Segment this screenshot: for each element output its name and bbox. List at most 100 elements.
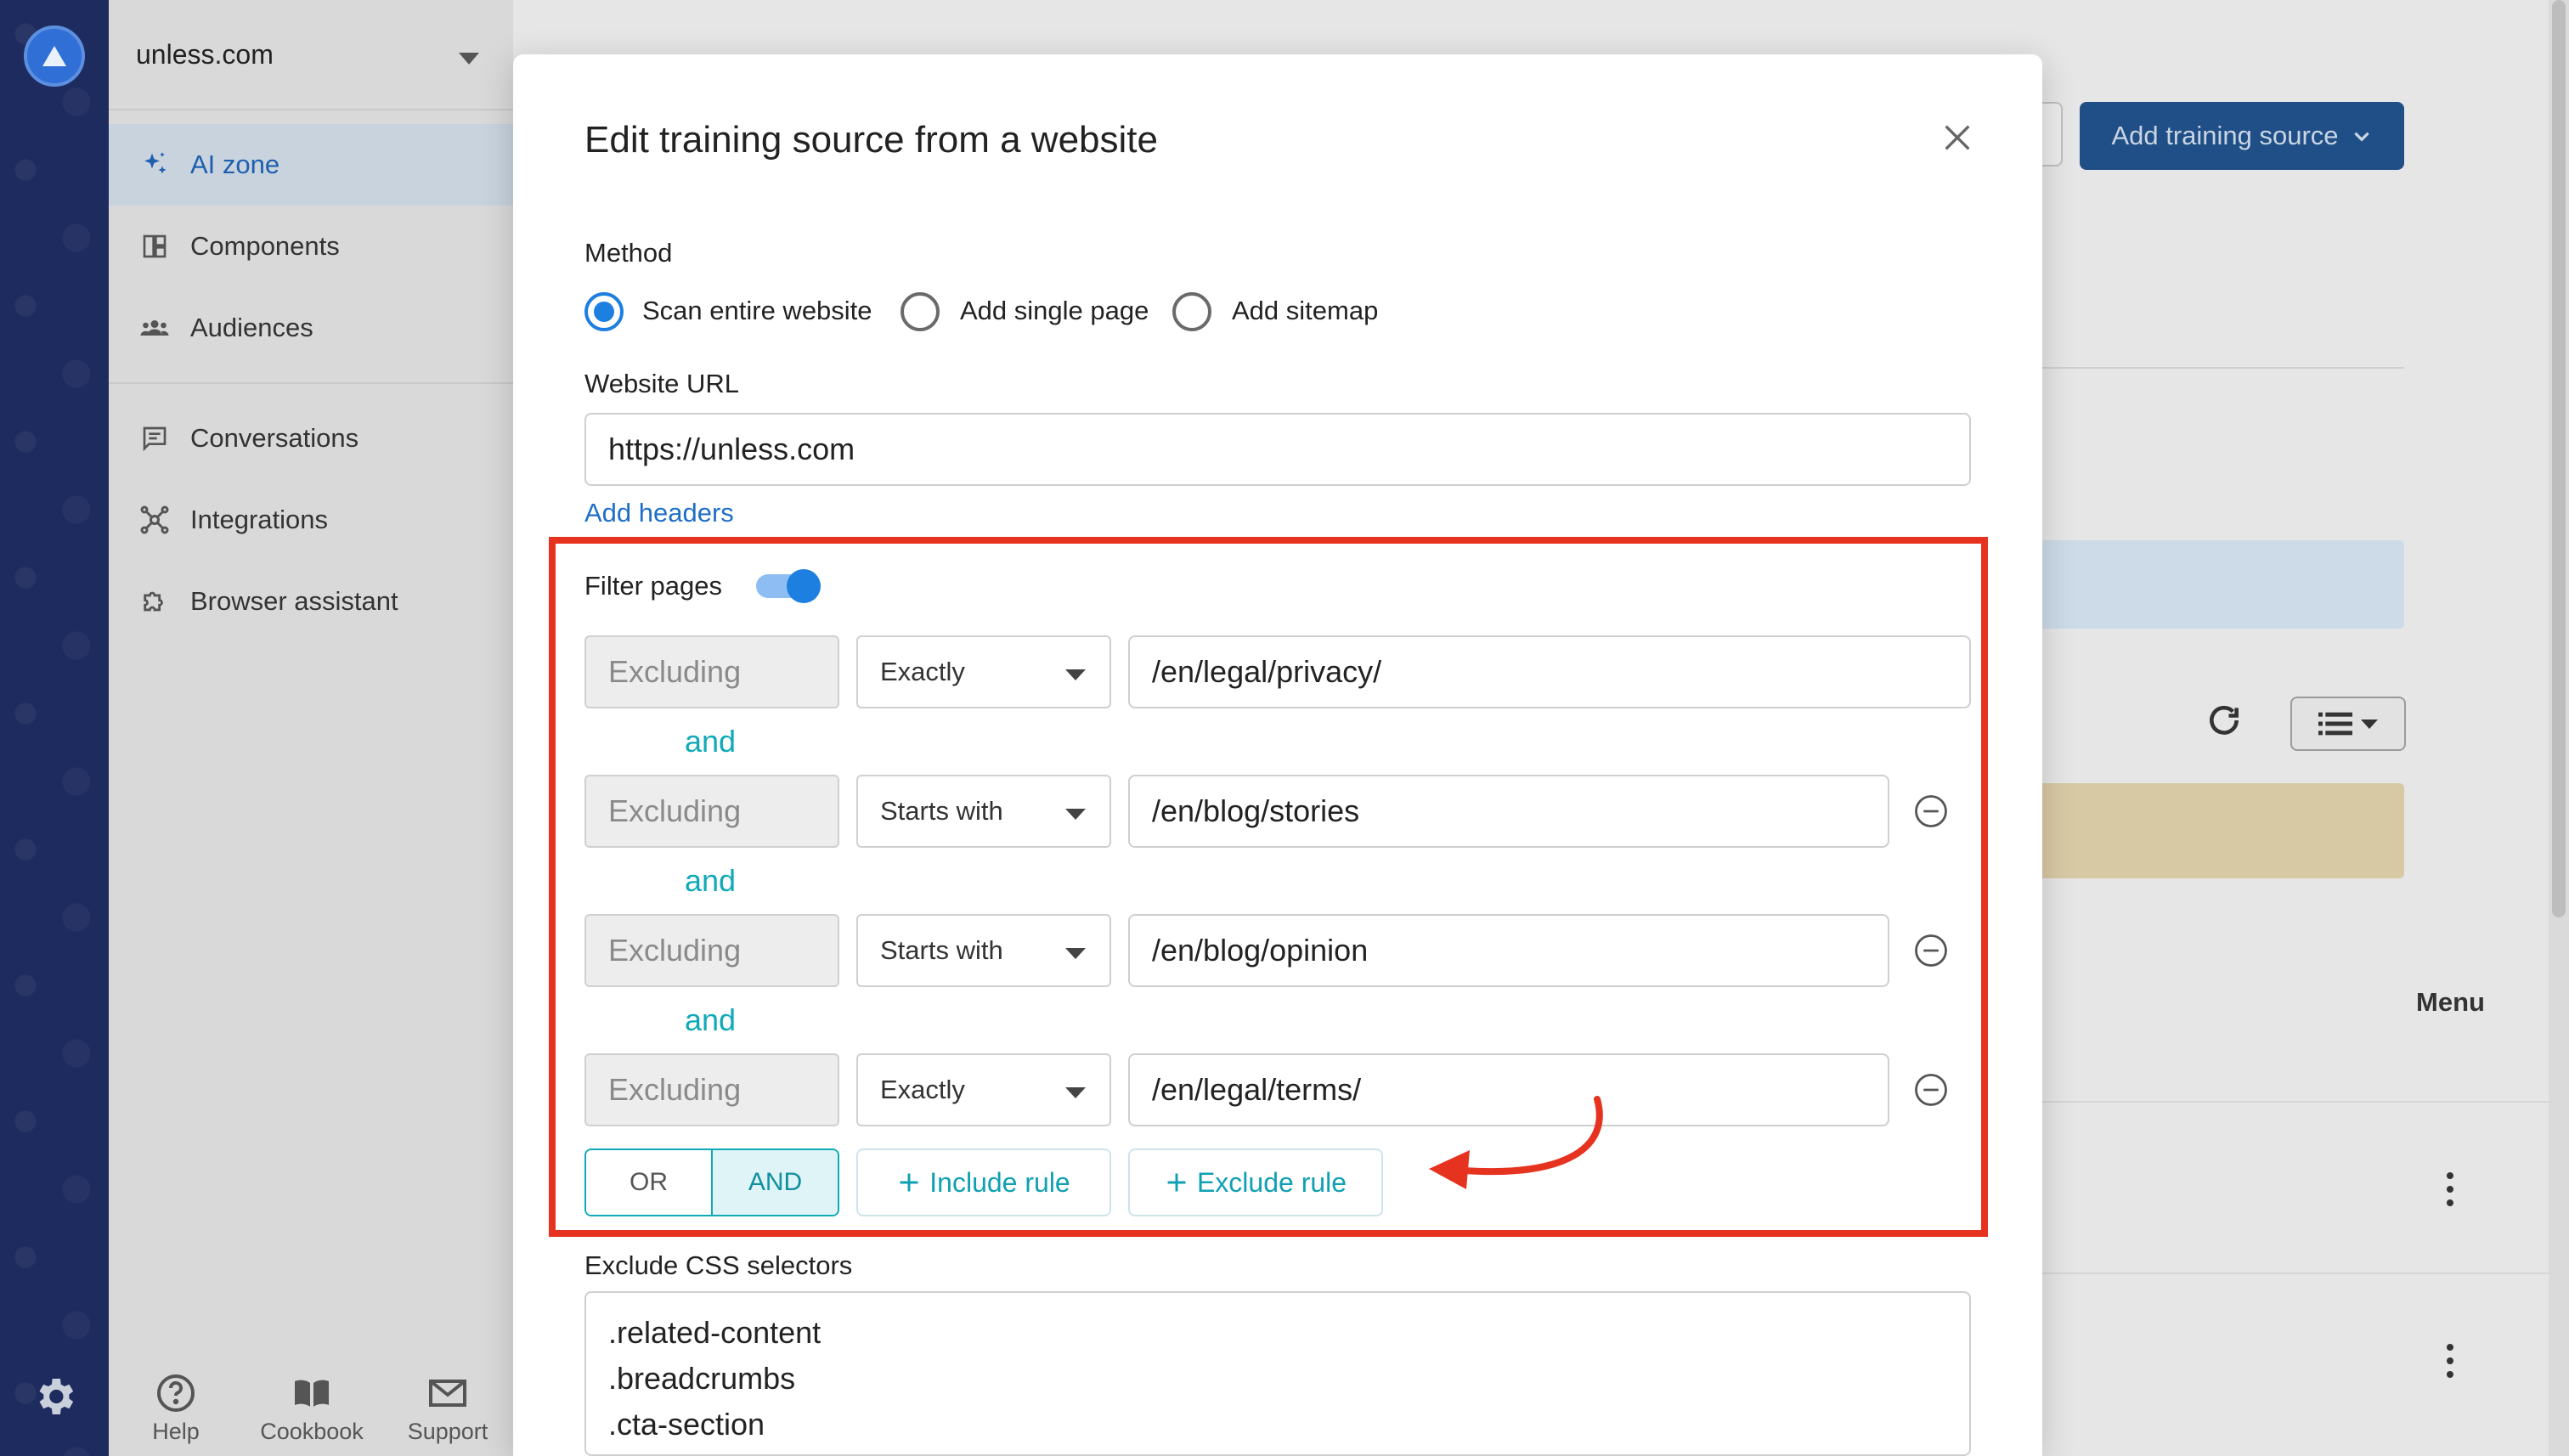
rule-match-select[interactable]: Exactly (856, 635, 1111, 708)
sidebar-item-components[interactable]: Components (109, 206, 513, 287)
exclude-css-selectors-label: Exclude CSS selectors (584, 1250, 853, 1280)
list-icon (2318, 711, 2352, 736)
rule-match-select[interactable]: Starts with (856, 775, 1111, 848)
help-label: Help (152, 1419, 200, 1444)
background-warning-bar (2037, 783, 2404, 878)
rule-match-label: Starts with (880, 935, 1003, 965)
rule-value-input[interactable]: /en/legal/privacy/ (1128, 635, 1971, 708)
remove-rule-minus-icon[interactable] (1913, 933, 1949, 968)
sidebar-item-browser-assistant[interactable]: Browser assistant (109, 561, 513, 642)
help-nav[interactable]: Help (121, 1373, 231, 1445)
row-menu-kebab-icon[interactable] (2445, 1171, 2455, 1208)
close-icon[interactable] (1940, 121, 1981, 161)
css-selector-line: .cta-section (608, 1407, 765, 1442)
add-training-source-label: Add training source (2111, 121, 2339, 150)
rule-logic-toggle[interactable]: OR AND (584, 1148, 839, 1216)
sidebar-divider (109, 382, 513, 384)
puzzle-icon (136, 583, 173, 620)
sidebar-item-label: AI zone (190, 150, 280, 179)
caret-down-icon (1065, 948, 1086, 959)
filter-pages-toggle[interactable] (756, 569, 821, 603)
website-url-label: Website URL (584, 369, 740, 398)
components-icon (136, 228, 173, 265)
sparkles-icon (136, 146, 173, 183)
modal-title: Edit training source from a website (584, 119, 1158, 161)
css-selector-line: .related-content (608, 1315, 822, 1350)
plus-icon (1165, 1171, 1189, 1194)
remove-rule-minus-icon[interactable] (1913, 1072, 1949, 1108)
rule-type-field[interactable]: Excluding (584, 1053, 839, 1126)
caret-down-icon (2361, 718, 2378, 730)
rule-type-label: Excluding (608, 933, 742, 968)
annotation-arrow-icon (1414, 1096, 1618, 1198)
exclude-css-selectors-textarea[interactable]: .related-content .breadcrumbs .cta-secti… (584, 1291, 1971, 1456)
background-info-bar (2037, 540, 2404, 629)
method-option-label[interactable]: Add sitemap (1232, 296, 1378, 326)
rule-value-input[interactable]: /en/blog/opinion (1128, 914, 1889, 987)
rule-value-text: /en/legal/privacy/ (1152, 654, 1382, 689)
method-option-label[interactable]: Add single page (960, 296, 1149, 326)
sidebar-item-conversations[interactable]: Conversations (109, 398, 513, 479)
rule-match-label: Exactly (880, 1075, 965, 1104)
add-headers-link[interactable]: Add headers (584, 498, 734, 528)
list-view-button[interactable] (2290, 697, 2406, 751)
rule-match-select[interactable]: Starts with (856, 914, 1111, 987)
rule-value-text: /en/legal/terms/ (1152, 1072, 1362, 1107)
rule-type-label: Excluding (608, 654, 742, 689)
method-label: Method (584, 238, 673, 268)
method-radio-scan-entire-website[interactable] (584, 292, 624, 331)
remove-rule-minus-icon[interactable] (1913, 793, 1949, 829)
sidebar-item-ai-zone[interactable]: AI zone (109, 124, 513, 206)
exclude-rule-label: Exclude rule (1196, 1166, 1347, 1198)
cookbook-nav[interactable]: Cookbook (257, 1373, 367, 1445)
rule-type-field[interactable]: Excluding (584, 635, 839, 708)
sidebar-item-label: Audiences (190, 313, 313, 342)
settings-gear-icon[interactable] (31, 1373, 78, 1420)
row-menu-kebab-icon[interactable] (2445, 1342, 2455, 1380)
sidebar-item-label: Components (190, 231, 340, 261)
method-radio-add-single-page[interactable] (901, 292, 940, 331)
chat-icon (136, 420, 173, 457)
website-url-input[interactable]: https://unless.com (584, 413, 1971, 486)
rule-connector-and: and (685, 863, 737, 898)
rule-type-field[interactable]: Excluding (584, 775, 839, 848)
sidebar-item-integrations[interactable]: Integrations (109, 479, 513, 561)
logic-or-option[interactable]: OR (586, 1150, 711, 1215)
sidebar-item-label: Browser assistant (190, 586, 398, 616)
include-rule-label: Include rule (929, 1166, 1070, 1198)
plus-icon (897, 1171, 921, 1194)
rule-value-text: /en/blog/stories (1152, 793, 1360, 828)
rule-type-field[interactable]: Excluding (584, 914, 839, 987)
page-scrollbar-thumb[interactable] (2552, 0, 2566, 917)
cookbook-label: Cookbook (260, 1419, 364, 1444)
method-radio-add-sitemap[interactable] (1172, 292, 1211, 331)
book-icon (291, 1373, 332, 1414)
refresh-icon[interactable] (2205, 702, 2246, 742)
background-row-divider (2037, 1273, 2569, 1274)
mail-icon (427, 1373, 468, 1414)
logic-and-option[interactable]: AND (711, 1150, 838, 1215)
rule-type-label: Excluding (608, 793, 742, 828)
sidebar-item-label: Integrations (190, 505, 328, 534)
rule-type-label: Excluding (608, 1072, 742, 1107)
caret-down-icon (1065, 669, 1086, 680)
website-url-value: https://unless.com (608, 432, 855, 466)
add-training-source-button[interactable]: Add training source (2080, 102, 2404, 170)
audiences-icon (136, 309, 173, 347)
css-selector-line: .breadcrumbs (608, 1361, 796, 1396)
org-switcher-label[interactable]: unless.com (136, 39, 274, 71)
app-rail (0, 0, 109, 1456)
rule-match-select[interactable]: Exactly (856, 1053, 1111, 1126)
rule-connector-and: and (685, 724, 737, 759)
caret-down-icon (1065, 1087, 1086, 1098)
method-option-label[interactable]: Scan entire website (642, 296, 872, 326)
support-nav[interactable]: Support (392, 1373, 503, 1445)
rule-value-input[interactable]: /en/blog/stories (1128, 775, 1889, 848)
org-switcher-chevron-icon[interactable] (459, 53, 479, 65)
sidebar-item-audiences[interactable]: Audiences (109, 287, 513, 369)
app-logo-icon[interactable] (24, 25, 85, 87)
include-rule-button[interactable]: Include rule (856, 1148, 1111, 1216)
chevron-down-icon (2351, 125, 2373, 147)
exclude-rule-button[interactable]: Exclude rule (1128, 1148, 1383, 1216)
integrations-icon (136, 501, 173, 539)
